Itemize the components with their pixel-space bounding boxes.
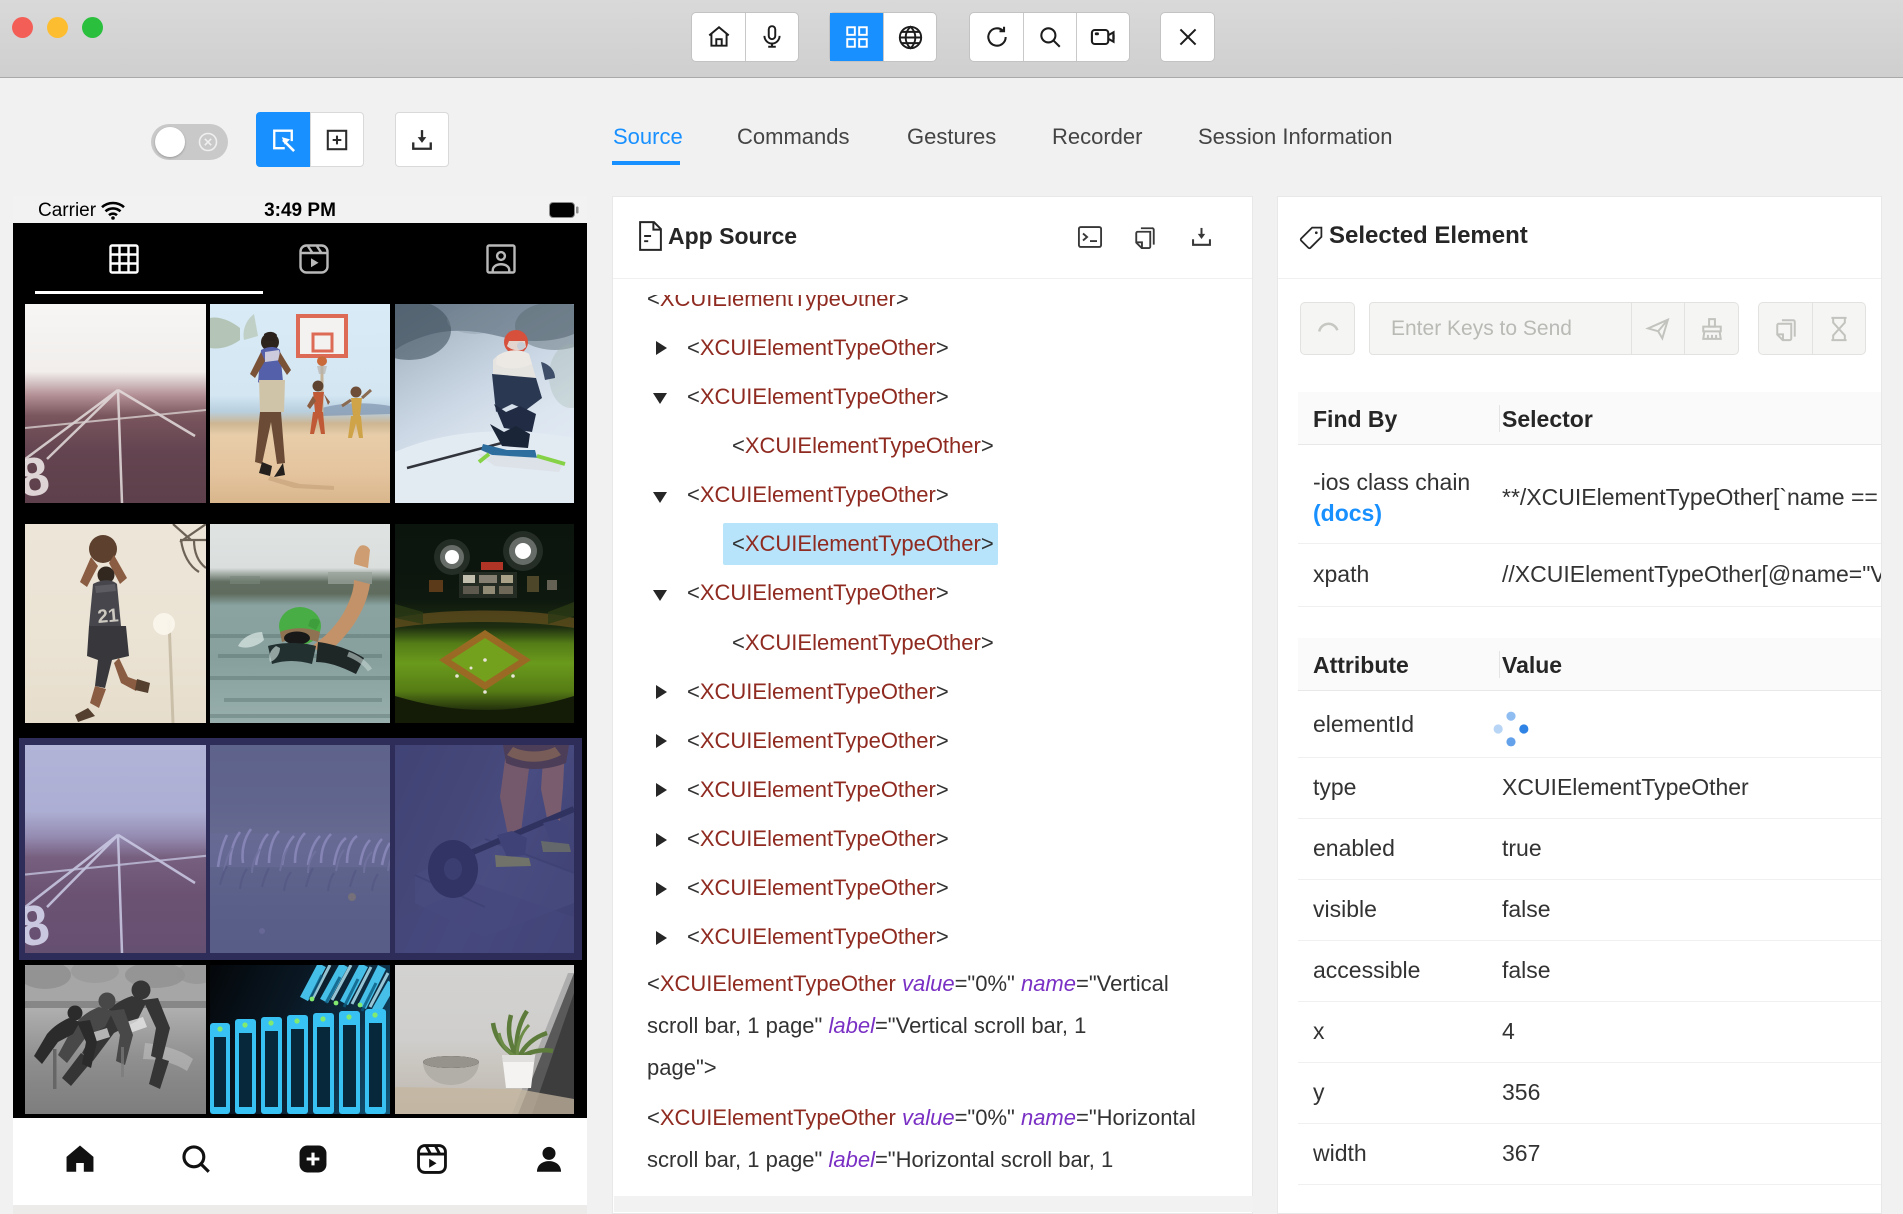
svg-text:8: 8 [25, 445, 54, 503]
svg-text:21: 21 [97, 605, 120, 628]
svg-text:8: 8 [25, 892, 54, 953]
